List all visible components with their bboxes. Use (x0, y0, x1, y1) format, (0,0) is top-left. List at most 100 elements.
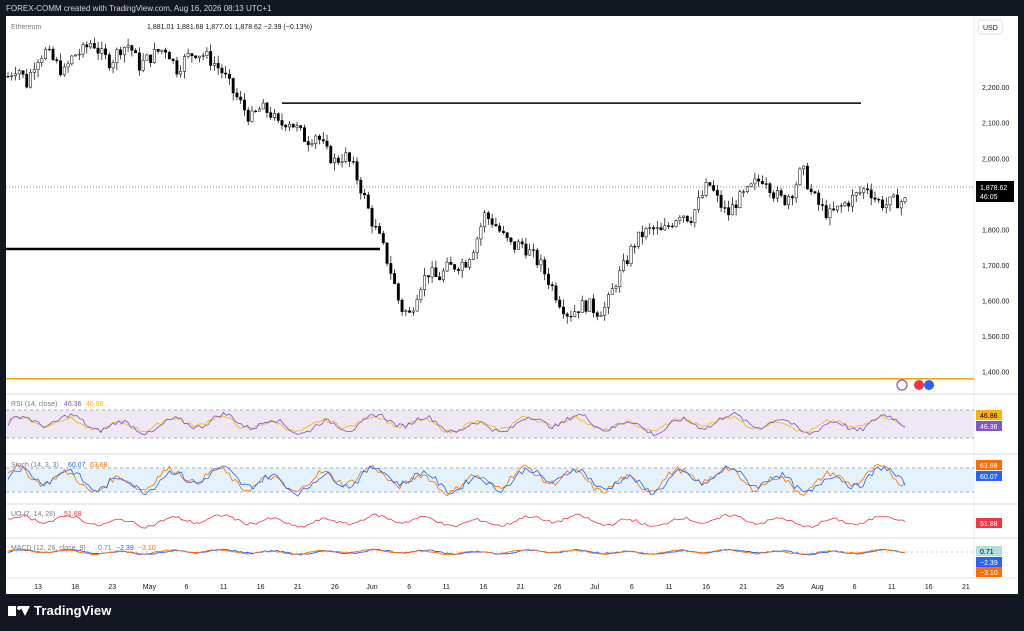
time-axis-label: 21 (517, 584, 525, 591)
candle-body (520, 241, 524, 245)
candle-body (321, 139, 325, 142)
stoch-d-legend: 63.68 (90, 462, 108, 469)
uo-tag-text: 51.88 (980, 521, 998, 528)
candle-body (333, 157, 336, 164)
candle-body (74, 54, 78, 57)
candle-body (896, 194, 899, 209)
candle-body (820, 204, 824, 206)
candle-body (873, 197, 877, 200)
candle-body (663, 225, 667, 231)
candle-body (419, 289, 423, 300)
candle-body (599, 315, 603, 317)
time-axis-label: Jun (366, 584, 377, 591)
candle-body (712, 185, 716, 191)
uo-title: UO (7, 14, 28) (11, 511, 55, 518)
candle-body (858, 192, 862, 194)
candle-body (239, 96, 243, 101)
time-axis-label: 21 (294, 584, 302, 591)
time-axis-label: 13 (34, 584, 42, 591)
candle-body (547, 273, 550, 285)
candle-body (535, 249, 539, 266)
candle-body (370, 207, 374, 227)
candle-body (730, 204, 734, 216)
candlestick-series[interactable] (6, 37, 907, 324)
time-axis-label: 21 (739, 584, 747, 591)
candle-body (843, 202, 847, 206)
event-icon[interactable] (914, 380, 924, 390)
candle-body (558, 299, 562, 308)
candle-body (81, 44, 85, 55)
candle-body (359, 179, 363, 194)
candle-body (197, 55, 201, 59)
chart-svg[interactable]: 2,200.002,100.002,000.001,900.001,800.00… (0, 0, 1024, 631)
price-axis-label: 1,700.00 (982, 263, 1009, 270)
candle-body (55, 59, 59, 61)
candle-body (569, 315, 573, 318)
candle-body (149, 54, 153, 64)
candle-body (884, 204, 888, 208)
candle-body (47, 48, 51, 51)
time-axis-labels: 13 18 23 May 6 11 16 21 26 Jun 6 11 16 21 26 Jul 6 11 16 21… (34, 584, 970, 591)
candle-body (167, 52, 171, 60)
candle-body (115, 49, 119, 64)
candle-body (790, 196, 794, 199)
horizontal-lines[interactable] (6, 102, 974, 380)
candle-body (70, 55, 74, 65)
candle-body (6, 76, 10, 78)
event-icon[interactable] (924, 380, 934, 390)
rsi-ma-legend: 46.86 (86, 401, 104, 408)
candle-body (528, 249, 532, 256)
stoch-band (6, 468, 974, 492)
candle-body (389, 263, 393, 274)
candle-body (824, 205, 828, 219)
candle-body (562, 306, 565, 315)
candle-body (186, 53, 190, 57)
candle-body (854, 192, 858, 196)
candle-body (404, 310, 408, 312)
candle-body (670, 225, 674, 228)
stoch-title: Stoch (14, 3, 3) (11, 462, 59, 469)
candle-body (479, 226, 483, 240)
tradingview-logo-icon (8, 604, 30, 618)
candle-body (629, 246, 633, 264)
candle-body (738, 191, 742, 209)
candle-body (179, 71, 183, 75)
time-axis-label: 16 (702, 584, 710, 591)
candle-body (171, 58, 175, 61)
candle-body (242, 99, 246, 111)
candle-body (783, 195, 787, 205)
price-axis-label: 2,000.00 (982, 156, 1009, 163)
time-axis-label: 16 (257, 584, 265, 591)
candle-body (674, 220, 678, 227)
candle-body (723, 207, 727, 209)
candle-body (501, 230, 505, 233)
candle-body (524, 243, 528, 256)
candle-body (775, 190, 779, 199)
candle-body (652, 227, 655, 230)
price-axis-labels: 2,200.002,100.002,000.001,900.001,800.00… (982, 85, 1009, 377)
candle-body (678, 217, 682, 221)
candle-body (329, 146, 333, 164)
candle-body (760, 180, 764, 184)
candle-body (160, 49, 164, 52)
candle-body (231, 78, 235, 94)
candle-body (565, 313, 569, 317)
candle-body (708, 182, 712, 186)
candle-body (306, 141, 310, 146)
candle-body (877, 199, 881, 201)
candle-body (903, 197, 907, 202)
currency-label: USD (983, 25, 998, 32)
symbol-label: Ethereum (11, 24, 42, 31)
candle-body (265, 102, 269, 113)
candle-body (685, 215, 689, 222)
candle-body (614, 286, 618, 289)
candle-body (768, 183, 772, 193)
candle-body (32, 69, 36, 73)
candle-body (415, 299, 419, 312)
candle-body (220, 67, 224, 74)
candle-body (100, 48, 104, 54)
candle-body (381, 233, 385, 244)
candle-body (96, 47, 100, 54)
flag-icon[interactable] (896, 379, 908, 391)
candle-body (21, 70, 25, 75)
